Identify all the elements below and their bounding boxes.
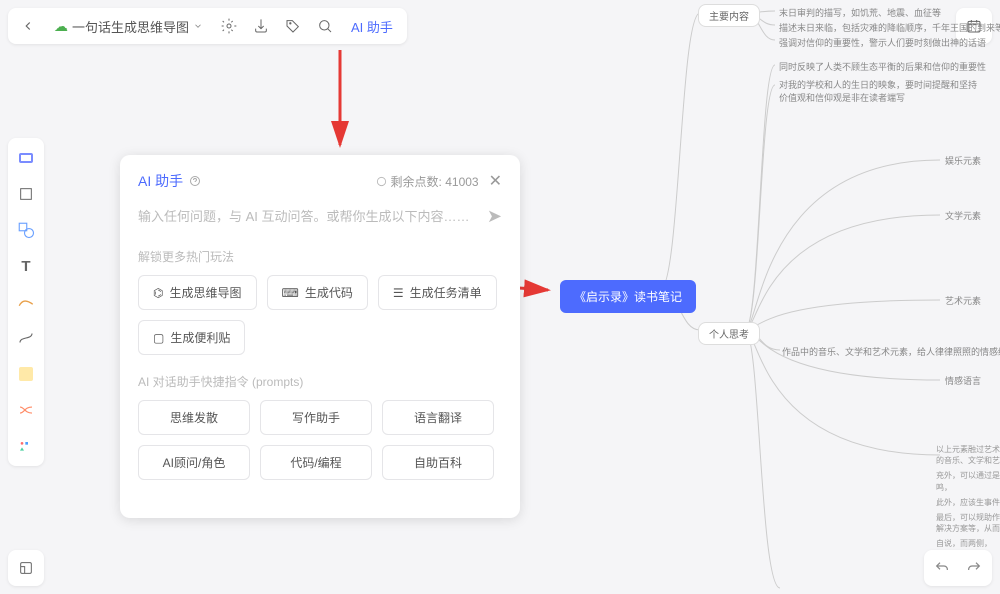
mindmap-leaf[interactable]: 同时反映了人类不顾生态平衡的后果和信仰的重要性	[779, 60, 986, 73]
export-button[interactable]	[249, 14, 273, 38]
send-button[interactable]: ➤	[487, 206, 502, 227]
tool-sticky[interactable]	[12, 360, 40, 388]
chip-translate[interactable]: 语言翻译	[382, 400, 494, 435]
mindmap-leaf[interactable]: 强调对信仰的重要性，警示人们要时刻做出神的话语	[779, 36, 986, 49]
chip-row-2: 思维发散 写作助手 语言翻译 AI顾问/角色 代码/编程 自助百科	[138, 400, 502, 480]
tool-shape[interactable]	[12, 216, 40, 244]
chip-coding[interactable]: 代码/编程	[260, 445, 372, 480]
chip-generate-sticky[interactable]: ▢生成便利贴	[138, 320, 245, 355]
mindmap-leaf[interactable]: 娱乐元素	[945, 154, 981, 167]
cloud-icon: ☁	[54, 18, 68, 35]
ai-prompt-input[interactable]	[138, 203, 479, 230]
mindmap-leaf[interactable]: 作品中的音乐、文学和艺术元素，给人律律照照的情感绘制	[782, 345, 1000, 358]
sticky-icon: ▢	[153, 331, 164, 345]
top-toolbar: ☁ 一句话生成思维导图 AI 助手	[8, 8, 407, 44]
tool-select[interactable]	[12, 144, 40, 172]
chip-writing[interactable]: 写作助手	[260, 400, 372, 435]
mindmap-node-main-content[interactable]: 主要内容	[698, 4, 760, 27]
undo-button[interactable]	[930, 556, 954, 580]
chip-brainstorm[interactable]: 思维发散	[138, 400, 250, 435]
mindmap-leaf[interactable]: 艺术元素	[945, 294, 981, 307]
ai-assistant-panel: AI 助手 剩余点数: 41003 ✕ ➤ 解锁更多热门玩法 ⌬生成思维导图 ⌨…	[120, 155, 520, 518]
bottom-right-toolbar	[924, 550, 992, 586]
code-icon: ⌨	[282, 286, 299, 300]
tool-text[interactable]: T	[12, 252, 40, 280]
layers-button[interactable]	[8, 550, 44, 586]
chip-generate-code[interactable]: ⌨生成代码	[267, 275, 368, 310]
redo-button[interactable]	[962, 556, 986, 580]
mindmap-leaf[interactable]: 末日审判的描写，如饥荒、地震、血征等	[779, 6, 941, 19]
mindmap-leaf[interactable]: 情感语言	[945, 374, 981, 387]
chip-generate-mindmap[interactable]: ⌬生成思维导图	[138, 275, 257, 310]
section-label-1: 解锁更多热门玩法	[138, 248, 502, 265]
settings-button[interactable]	[217, 14, 241, 38]
chip-encyclopedia[interactable]: 自助百科	[382, 445, 494, 480]
mindmap-root-node[interactable]: 《启示录》读书笔记	[560, 280, 696, 313]
mindmap-leaf[interactable]: 对我的学校和人的生日的映象，要时间提醒和坚持价值观和信仰观是非在读者端写	[779, 78, 979, 104]
tool-more[interactable]	[12, 432, 40, 460]
mindmap-node-personal-thoughts[interactable]: 个人思考	[698, 322, 760, 345]
chip-generate-tasklist[interactable]: ☰生成任务清单	[378, 275, 497, 310]
tool-frame[interactable]	[12, 180, 40, 208]
points-indicator: 剩余点数: 41003	[376, 173, 478, 190]
back-button[interactable]	[16, 14, 40, 38]
doc-title-label: 一句话生成思维导图	[72, 17, 189, 36]
help-icon[interactable]	[189, 175, 201, 187]
section-label-2: AI 对话助手快捷指令 (prompts)	[138, 373, 502, 390]
list-icon: ☰	[393, 286, 404, 300]
tag-button[interactable]	[281, 14, 305, 38]
tool-mindmap[interactable]	[12, 396, 40, 424]
mindmap-icon: ⌬	[153, 286, 163, 300]
mindmap-leaf[interactable]: 文学元素	[945, 209, 981, 222]
tool-connector[interactable]	[12, 324, 40, 352]
ai-panel-title: AI 助手	[138, 171, 201, 191]
chip-row-1: ⌬生成思维导图 ⌨生成代码 ☰生成任务清单 ▢生成便利贴	[138, 275, 502, 355]
mindmap-leaf[interactable]: 描述末日来临，包括灾难的降临顺序，千年王国的到来等	[779, 21, 1000, 34]
mindmap-text-block[interactable]: 以上元素融过艺术的手法加入意境，并带出情感印的音乐、文学和艺 充外，可以通过是潮…	[936, 444, 1000, 550]
chevron-down-icon	[193, 21, 203, 31]
side-toolbar: T	[8, 138, 44, 466]
chip-ai-role[interactable]: AI顾问/角色	[138, 445, 250, 480]
ai-assistant-link[interactable]: AI 助手	[345, 17, 399, 36]
doc-title-dropdown[interactable]: ☁ 一句话生成思维导图	[48, 17, 209, 36]
search-button[interactable]	[313, 14, 337, 38]
tool-pen[interactable]	[12, 288, 40, 316]
close-button[interactable]: ✕	[489, 171, 502, 191]
